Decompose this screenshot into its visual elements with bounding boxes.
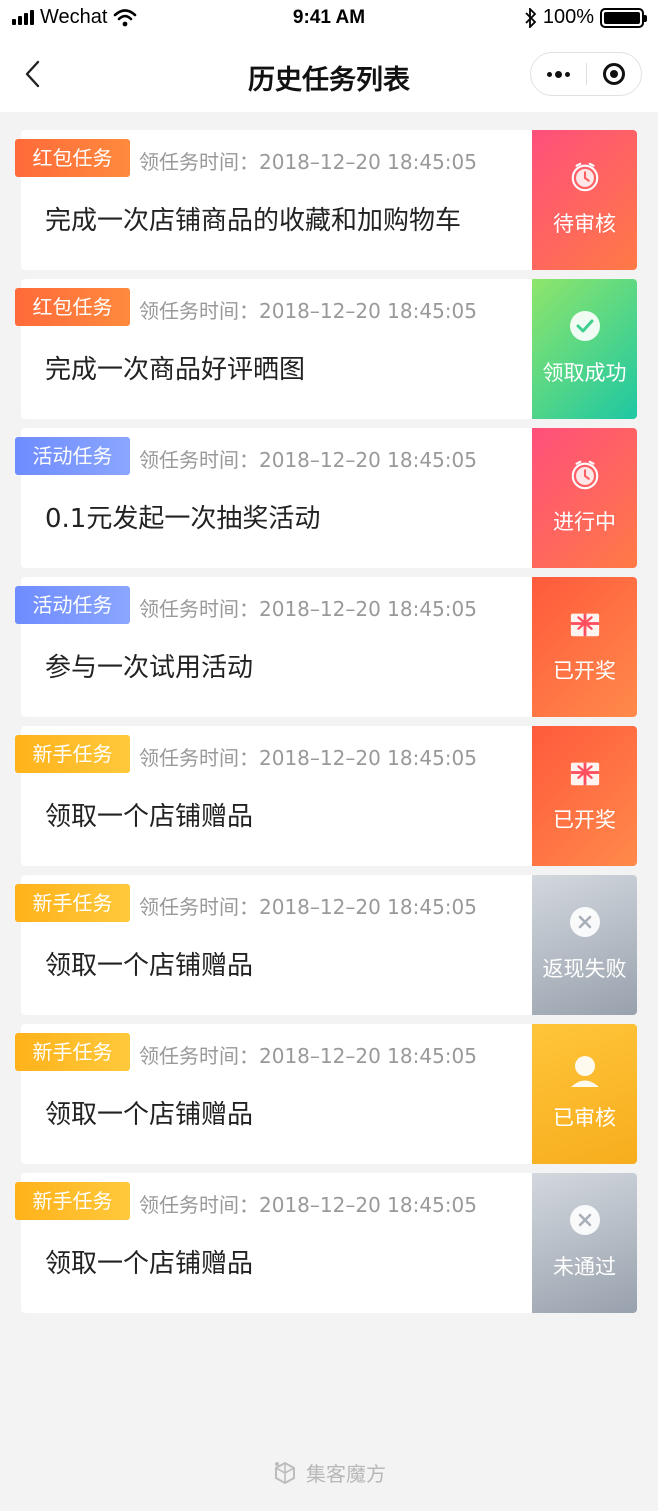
task-title: 完成一次店铺商品的收藏和加购物车 xyxy=(45,206,462,236)
x-icon xyxy=(569,906,601,938)
task-status-badge: 待审核 xyxy=(532,130,637,270)
task-claim-time: 领任务时间：2018–12–20 18:45:05 xyxy=(139,1193,477,1217)
task-type-tag: 新手任务 xyxy=(15,884,130,922)
task-claim-time: 领任务时间：2018–12–20 18:45:05 xyxy=(139,150,477,174)
task-status-label: 已审核 xyxy=(553,1106,616,1130)
task-status-badge: 进行中 xyxy=(532,428,637,568)
wifi-icon xyxy=(114,8,137,26)
target-icon xyxy=(602,63,625,85)
task-status-label: 进行中 xyxy=(553,510,616,534)
task-claim-time: 领任务时间：2018–12–20 18:45:05 xyxy=(139,1044,477,1068)
task-card[interactable]: 新手任务 领任务时间：2018–12–20 18:45:05 领取一个店铺赠品 返现失… xyxy=(15,875,637,1015)
task-status-badge: 已开奖 xyxy=(532,577,637,717)
chevron-left-icon xyxy=(25,60,40,88)
gift-icon xyxy=(569,608,601,640)
task-title: 领取一个店铺赠品 xyxy=(45,1249,254,1279)
signal-icon xyxy=(12,9,34,25)
more-button[interactable] xyxy=(531,53,586,95)
nav-bar: 历史任务列表 xyxy=(0,40,658,112)
battery-percent: 100% xyxy=(542,6,594,28)
task-claim-time: 领任务时间：2018–12–20 18:45:05 xyxy=(139,746,477,770)
task-status-label: 待审核 xyxy=(553,212,616,236)
carrier-label: Wechat xyxy=(40,6,108,28)
task-card[interactable]: 新手任务 领任务时间：2018–12–20 18:45:05 领取一个店铺赠品 已审核 xyxy=(15,1024,637,1164)
gift-icon xyxy=(569,757,601,789)
task-status-label: 已开奖 xyxy=(553,808,616,832)
task-type-tag: 活动任务 xyxy=(15,586,130,624)
task-status-badge: 已审核 xyxy=(532,1024,637,1164)
clock-icon xyxy=(569,459,601,491)
footer-brand: 集客魔方 xyxy=(306,1462,386,1486)
close-miniprogram-button[interactable] xyxy=(586,53,641,95)
footer-logo: 集客魔方 xyxy=(0,1458,658,1487)
task-status-label: 返现失败 xyxy=(542,957,627,981)
task-status-badge: 已开奖 xyxy=(532,726,637,866)
x-icon xyxy=(569,1204,601,1236)
task-status-label: 未通过 xyxy=(553,1255,616,1279)
task-status-badge: 返现失败 xyxy=(532,875,637,1015)
status-left: Wechat xyxy=(12,6,137,29)
check-icon xyxy=(569,310,601,342)
task-claim-time: 领任务时间：2018–12–20 18:45:05 xyxy=(139,299,477,323)
task-card[interactable]: 红包任务 领任务时间：2018–12–20 18:45:05 完成一次店铺商品的收藏… xyxy=(15,130,637,270)
status-bar: Wechat 9:41 AM 100% xyxy=(0,0,658,40)
task-claim-time: 领任务时间：2018–12–20 18:45:05 xyxy=(139,597,477,621)
task-status-badge: 未通过 xyxy=(532,1173,637,1313)
task-type-tag: 红包任务 xyxy=(15,288,130,326)
task-card[interactable]: 新手任务 领任务时间：2018–12–20 18:45:05 领取一个店铺赠品 未通过 xyxy=(15,1173,637,1313)
miniprogram-capsule xyxy=(530,52,642,96)
task-claim-time: 领任务时间：2018–12–20 18:45:05 xyxy=(139,448,477,472)
clock-icon xyxy=(569,161,601,193)
task-title: 完成一次商品好评晒图 xyxy=(45,355,306,385)
task-type-tag: 活动任务 xyxy=(15,437,130,475)
task-title: 0.1元发起一次抽奖活动 xyxy=(45,504,321,534)
task-card[interactable]: 活动任务 领任务时间：2018–12–20 18:45:05 参与一次试用活动 已开奖 xyxy=(15,577,637,717)
task-claim-time: 领任务时间：2018–12–20 18:45:05 xyxy=(139,895,477,919)
task-status-badge: 领取成功 xyxy=(532,279,637,419)
cube-logo-icon xyxy=(275,1461,295,1484)
bluetooth-icon xyxy=(525,7,537,28)
task-card[interactable]: 红包任务 领任务时间：2018–12–20 18:45:05 完成一次商品好评晒图 领… xyxy=(15,279,637,419)
status-right: 100% xyxy=(525,6,647,29)
task-type-tag: 新手任务 xyxy=(15,1182,130,1220)
task-type-tag: 红包任务 xyxy=(15,139,130,177)
back-button[interactable] xyxy=(14,52,50,96)
more-dots-icon xyxy=(546,70,570,78)
battery-icon xyxy=(600,7,647,28)
task-title: 领取一个店铺赠品 xyxy=(45,802,254,832)
task-title: 参与一次试用活动 xyxy=(45,653,254,683)
task-type-tag: 新手任务 xyxy=(15,1033,130,1071)
task-status-label: 已开奖 xyxy=(553,659,616,683)
task-title: 领取一个店铺赠品 xyxy=(45,1100,254,1130)
task-status-label: 领取成功 xyxy=(542,361,627,385)
task-title: 领取一个店铺赠品 xyxy=(45,951,254,981)
person-icon xyxy=(569,1055,601,1087)
task-type-tag: 新手任务 xyxy=(15,735,130,773)
task-card[interactable]: 活动任务 领任务时间：2018–12–20 18:45:05 0.1元发起一次抽奖活… xyxy=(15,428,637,568)
task-card[interactable]: 新手任务 领任务时间：2018–12–20 18:45:05 领取一个店铺赠品 已开奖 xyxy=(15,726,637,866)
